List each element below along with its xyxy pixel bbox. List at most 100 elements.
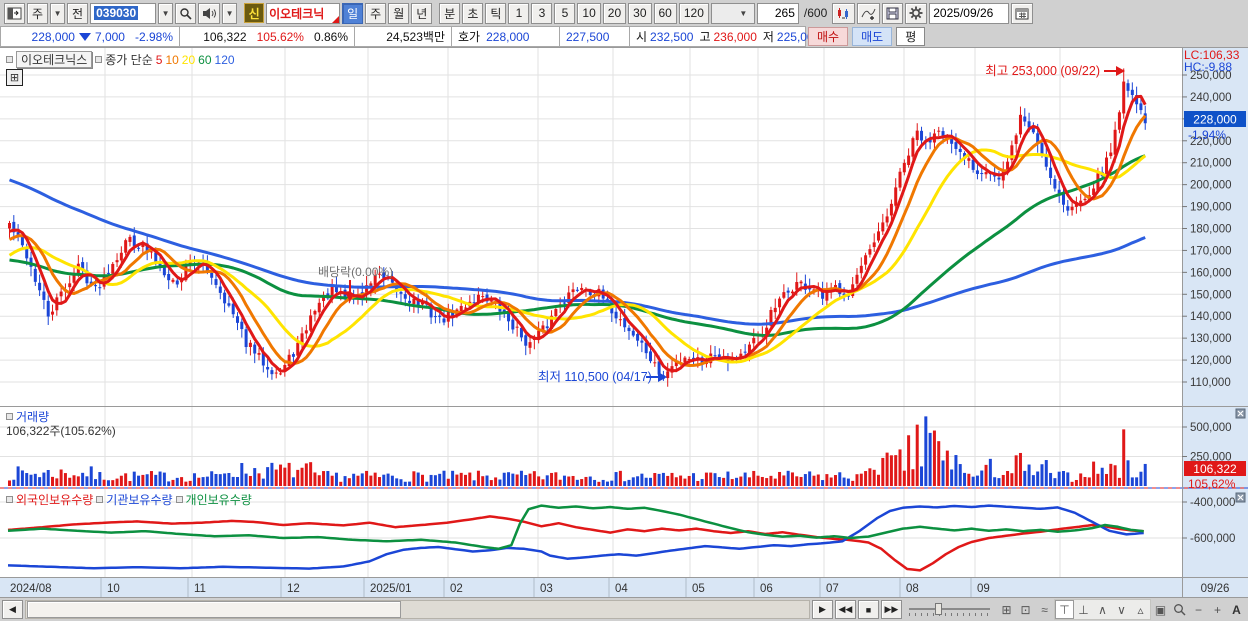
ma-10-label: 10: [165, 52, 179, 67]
mark-style-5-icon[interactable]: ▵: [1131, 600, 1150, 619]
scroll-left-button[interactable]: ◀: [2, 600, 23, 619]
add-indicator-button[interactable]: [857, 2, 881, 24]
volume-legend-detail: 106,322주(105.62%): [6, 424, 116, 438]
ma-legend-toggle-icon[interactable]: [95, 56, 103, 63]
price-panel-legend: 이오테크닉스 종가 단순 5 10 20 60 120: [6, 51, 235, 68]
volume-legend-toggle-icon[interactable]: [6, 413, 13, 420]
replay-speed-slider[interactable]: [907, 600, 992, 619]
cascade-add-icon[interactable]: ⊞: [997, 600, 1016, 619]
individual-legend-toggle-icon[interactable]: [175, 496, 183, 503]
zoom-out-icon[interactable]: −: [1189, 600, 1208, 619]
chart-window: 주 ▼ 전 039030 ▼ ▼ 신 이오테크닉 일 주 월 년 분 초 틱 1…: [0, 0, 1248, 621]
svg-text:500,000: 500,000: [1190, 422, 1232, 434]
candle-count-input[interactable]: 265: [756, 2, 799, 24]
chart-scrollbar[interactable]: [25, 600, 810, 619]
period-day-button[interactable]: 일: [342, 2, 364, 24]
ma-120-label: 120: [214, 52, 235, 67]
foreign-legend-toggle-icon[interactable]: [6, 496, 13, 503]
stock-group-button[interactable]: 주: [27, 2, 49, 24]
save-button[interactable]: [882, 2, 904, 24]
quote-label: 호가: [458, 30, 481, 44]
font-size-icon[interactable]: A: [1227, 600, 1246, 619]
sell-button[interactable]: 매도: [852, 27, 893, 46]
interval-60-button[interactable]: 60: [653, 2, 677, 24]
mark-style-3-icon[interactable]: ∧: [1093, 600, 1112, 619]
legend-toggle-icon[interactable]: [6, 56, 13, 63]
stock-name-field[interactable]: 이오테크닉: [266, 2, 341, 24]
ask-price: 228,000: [486, 29, 530, 44]
mark-style-4-icon[interactable]: ∨: [1112, 600, 1131, 619]
interval-30-button[interactable]: 30: [628, 2, 652, 24]
svg-text:03: 03: [540, 583, 553, 595]
svg-text:09/26: 09/26: [1201, 583, 1230, 595]
fast-forward-button[interactable]: ▶▶: [880, 600, 902, 619]
voice-alert-button[interactable]: [198, 2, 221, 24]
trendline-icon[interactable]: ≈: [1035, 600, 1054, 619]
svg-text:170,000: 170,000: [1190, 245, 1232, 257]
interval-3-button[interactable]: 3: [531, 2, 553, 24]
date-input[interactable]: 2025/09/26: [929, 2, 1010, 24]
stock-code-input[interactable]: 039030: [90, 2, 157, 24]
stop-button[interactable]: ■: [857, 600, 879, 619]
code-dropdown[interactable]: ▼: [158, 2, 174, 24]
rewind-button[interactable]: ◀◀: [834, 600, 856, 619]
slider-rail: [908, 608, 990, 610]
period-second-button[interactable]: 초: [462, 2, 484, 24]
new-stock-badge: 신: [244, 3, 265, 23]
settings-button[interactable]: [905, 2, 928, 24]
interval-10-button[interactable]: 10: [577, 2, 601, 24]
data-grid-button[interactable]: ⊞: [6, 69, 23, 86]
cascade-icon[interactable]: ⊡: [1016, 600, 1035, 619]
svg-text:-1.94%: -1.94%: [1188, 128, 1226, 142]
main-chart-svg[interactable]: 110,000 120,000 130,000 140,000 150,000 160,0…: [0, 47, 1248, 598]
svg-text:180,000: 180,000: [1190, 223, 1232, 235]
scrollbar-thumb[interactable]: [27, 601, 401, 618]
interval-1-button[interactable]: 1: [508, 2, 530, 24]
play-button[interactable]: ▶: [811, 600, 833, 619]
volume-panel-close-icon[interactable]: [1235, 408, 1246, 419]
trade-value: 24,523백만: [386, 30, 445, 44]
current-price: 228,000: [31, 29, 75, 44]
voice-alert-dropdown[interactable]: ▼: [222, 2, 238, 24]
mark-style-2-icon[interactable]: ⊥: [1074, 600, 1093, 619]
volume-value: 106,322: [203, 29, 247, 44]
ma-5-label: 5: [155, 52, 163, 67]
interval-5-button[interactable]: 5: [554, 2, 576, 24]
buy-button[interactable]: 매수: [808, 27, 849, 46]
custom-interval-select[interactable]: ▼: [710, 2, 755, 24]
svg-text:-600,000: -600,000: [1190, 533, 1235, 545]
zoom-in-icon[interactable]: +: [1208, 600, 1227, 619]
avg-button[interactable]: 평: [896, 27, 926, 46]
period-minute-button[interactable]: 분: [439, 2, 461, 24]
price-marker-button[interactable]: [832, 2, 856, 24]
stock-name-legend[interactable]: 이오테크닉스: [16, 51, 93, 68]
window-panel-icon[interactable]: [4, 2, 25, 24]
interval-120-button[interactable]: 120: [678, 2, 709, 24]
institution-legend-toggle-icon[interactable]: [96, 496, 104, 503]
low-label: 저: [762, 30, 774, 44]
chart-area[interactable]: 110,000 120,000 130,000 140,000 150,000 160,0…: [0, 47, 1248, 598]
svg-text:106,322: 106,322: [1193, 462, 1237, 476]
export-image-icon[interactable]: ▣: [1151, 600, 1170, 619]
calendar-button[interactable]: [1011, 2, 1034, 24]
svg-text:200,000: 200,000: [1190, 180, 1232, 192]
svg-text:HC:-9,88: HC:-9,88: [1184, 60, 1232, 74]
interval-20-button[interactable]: 20: [602, 2, 627, 24]
period-year-button[interactable]: 년: [411, 2, 433, 24]
svg-text:02: 02: [450, 583, 463, 595]
svg-text:140,000: 140,000: [1190, 311, 1232, 323]
period-month-button[interactable]: 월: [388, 2, 410, 24]
magnifier-icon[interactable]: [1170, 600, 1189, 619]
period-week-button[interactable]: 주: [365, 2, 387, 24]
svg-text:07: 07: [826, 583, 839, 595]
stock-search-button[interactable]: [175, 2, 197, 24]
bottom-toolbar: ◀ ▶ ◀◀ ■ ▶▶ ⊞ ⊡ ≈ ⊤ ⊥ ∧ ∨ ▵ ▣ − + A: [0, 598, 1248, 621]
stock-group-dropdown[interactable]: ▼: [50, 2, 66, 24]
mark-style-1-icon[interactable]: ⊤: [1055, 600, 1074, 619]
svg-text:2025/01: 2025/01: [370, 583, 412, 595]
holdings-panel-close-icon[interactable]: [1235, 492, 1246, 503]
svg-text:110,000: 110,000: [1190, 377, 1231, 389]
period-tick-button[interactable]: 틱: [485, 2, 507, 24]
slider-knob[interactable]: [934, 603, 942, 615]
prev-stock-button[interactable]: 전: [67, 2, 89, 24]
